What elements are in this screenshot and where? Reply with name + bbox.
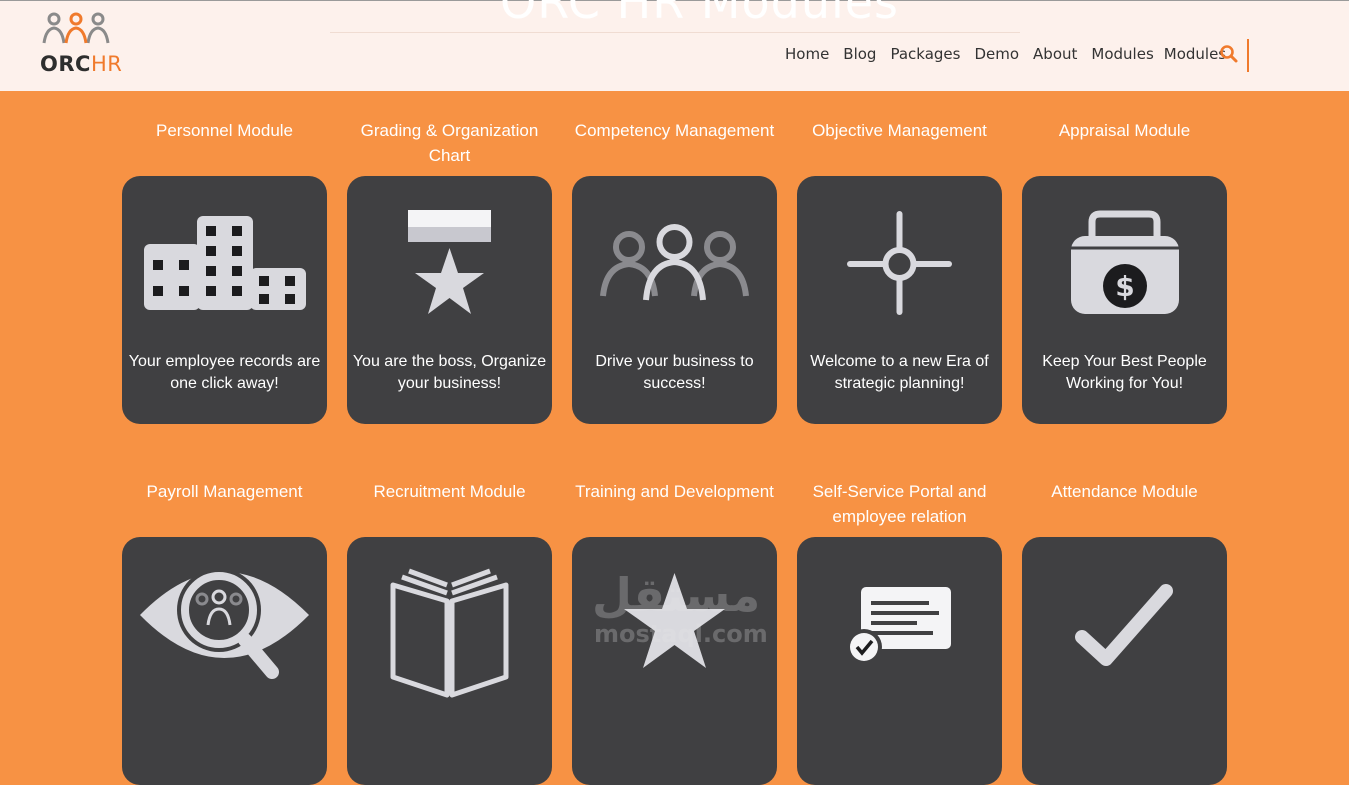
module-title: Grading & Organization Chart [360,121,539,165]
module-title: Payroll Management [146,482,303,501]
nav-modules-2[interactable]: Modules [1164,45,1226,63]
module-grading[interactable]: Grading & Organization Chart You are the… [347,118,552,424]
module-personnel[interactable]: Personnel Module Your employee records a… [122,118,327,424]
book-icon [390,568,509,698]
logo-people-icon [42,12,110,44]
crosshair-icon [847,211,952,315]
logo-suffix: HR [90,52,123,76]
site-header: ORC HR Modules ORCHR Home Blog Packages … [0,0,1349,91]
medal-icon [408,210,491,314]
module-title: Competency Management [574,121,775,140]
main-nav: Home Blog Packages Demo About Modules Mo… [785,45,1240,63]
nav-divider [1247,39,1249,72]
svg-text:$: $ [1115,270,1134,303]
nav-packages[interactable]: Packages [890,45,960,63]
module-card[interactable] [572,537,777,785]
module-attendance[interactable]: Attendance Module [1022,479,1227,785]
module-training[interactable]: Training and Development [572,479,777,785]
module-title: Personnel Module [155,121,294,140]
module-objective[interactable]: Objective Management Welcome to a new Er… [797,118,1002,424]
module-description: Drive your business to success! [595,353,754,392]
module-card[interactable]: Your employee records are one click away… [122,176,327,424]
module-payroll[interactable]: Payroll Management [122,479,327,785]
module-description: You are the boss, Organize your business… [352,353,547,392]
module-card[interactable] [1022,537,1227,785]
module-self-service[interactable]: Self-Service Portal and employee relatio… [797,479,1002,785]
nav-demo[interactable]: Demo [974,45,1019,63]
nav-about[interactable]: About [1033,45,1077,63]
checkmark-icon [1075,584,1173,666]
module-competency[interactable]: Competency Management Drive your busines… [572,118,777,424]
eye-search-icon [140,568,309,679]
module-recruitment[interactable]: Recruitment Module [347,479,552,785]
module-title: Recruitment Module [373,482,526,501]
money-bag-icon: $ [1071,210,1179,314]
search-icon[interactable] [1219,44,1239,64]
module-card[interactable] [347,537,552,785]
nav-blog[interactable]: Blog [843,45,876,63]
module-title: Appraisal Module [1058,121,1191,140]
module-card[interactable]: Drive your business to success! [572,176,777,424]
star-icon [624,573,725,668]
nav-modules[interactable]: Modules [1091,45,1153,63]
module-description: Your employee records are one click away… [128,353,321,392]
module-card[interactable]: $ Keep Your Best People Working for You! [1022,176,1227,424]
module-card[interactable]: You are the boss, Organize your business… [347,176,552,424]
hero-divider [330,32,1020,33]
logo-text: ORCHR [40,52,122,76]
module-card[interactable] [122,537,327,785]
module-title: Training and Development [575,482,774,501]
module-description: Keep Your Best People Working for You! [1042,353,1207,392]
module-title: Objective Management [812,121,987,140]
team-icon [600,224,749,301]
hero-title: ORC HR Modules [500,0,900,29]
orchr-logo[interactable]: ORCHR [40,9,122,79]
module-title: Attendance Module [1051,482,1198,501]
nav-home[interactable]: Home [785,45,829,63]
module-card[interactable]: Welcome to a new Era of strategic planni… [797,176,1002,424]
module-description: Welcome to a new Era of strategic planni… [810,353,989,392]
buildings-icon [144,216,306,310]
document-check-icon [846,587,951,665]
module-title: Self-Service Portal and employee relatio… [812,482,987,526]
module-appraisal[interactable]: Appraisal Module $ Keep Your Best People… [1022,118,1227,424]
module-card[interactable] [797,537,1002,785]
logo-brand: ORC [40,52,91,76]
